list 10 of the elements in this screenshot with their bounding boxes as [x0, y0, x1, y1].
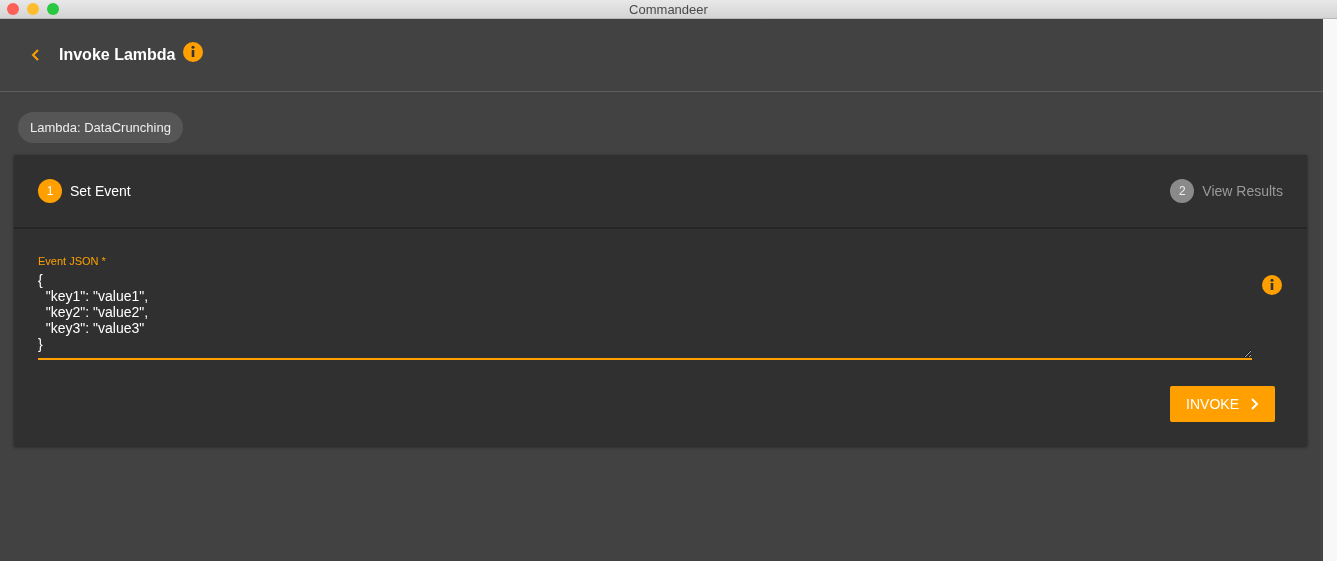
info-icon[interactable] [1262, 275, 1282, 295]
window-title: Commandeer [629, 1, 708, 17]
event-json-field[interactable]: Event JSON * { "key1": "value1", "key2": "value2", "key3": "value3" } [38, 255, 1252, 360]
info-icon[interactable] [183, 42, 204, 62]
lambda-chip: Lambda: DataCrunching [18, 112, 183, 143]
step-tab[interactable]: 1 Set Event [38, 179, 131, 203]
page-title: Invoke Lambda [59, 46, 176, 64]
back-chevron-icon[interactable] [31, 48, 41, 62]
chevron-right-icon [1249, 397, 1259, 411]
step-tab[interactable]: 2 View Results [1170, 179, 1283, 203]
